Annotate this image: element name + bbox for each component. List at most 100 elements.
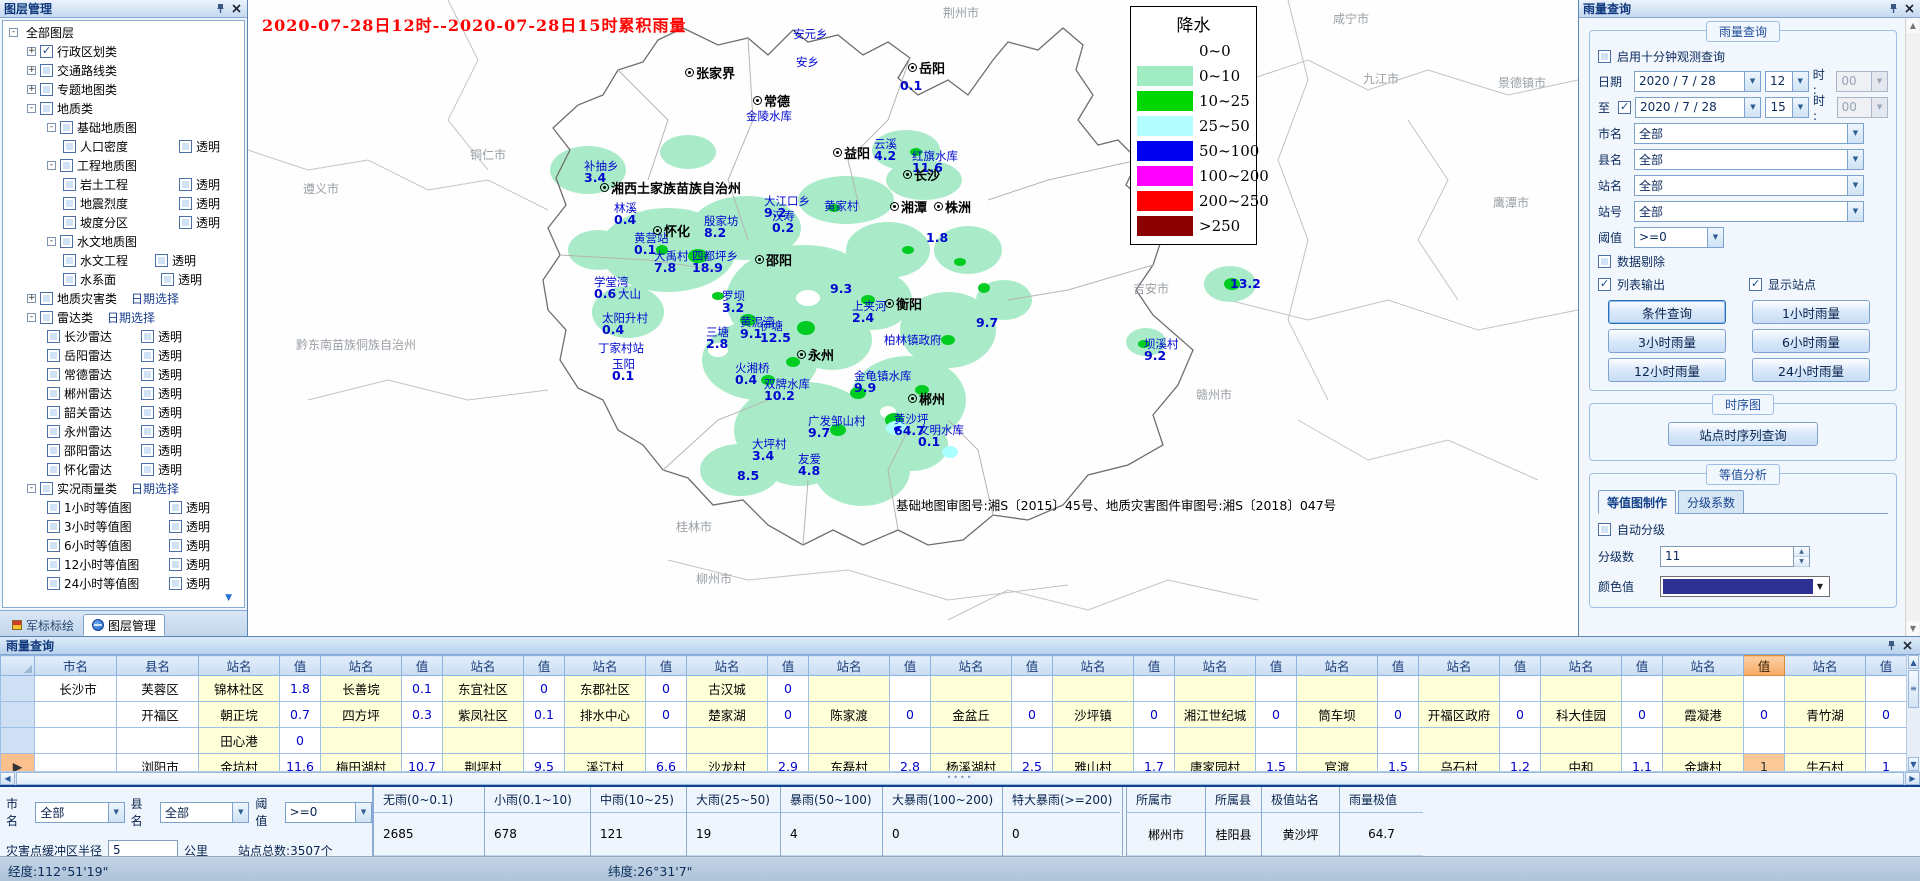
cell-station-name[interactable]: 沙龙村	[687, 754, 768, 772]
cell-station-value[interactable]	[1744, 728, 1785, 754]
cell-station-name[interactable]: 田心港	[199, 728, 280, 754]
tree-item[interactable]: +交通路线类	[3, 61, 244, 80]
cell-station-name[interactable]	[565, 728, 646, 754]
cell-station-value[interactable]: 0	[1134, 702, 1175, 728]
cell-station-name[interactable]	[931, 728, 1012, 754]
cell-station-name[interactable]: 锦林社区	[199, 676, 280, 702]
layer-checkbox[interactable]	[47, 368, 60, 381]
tree-item[interactable]: +行政区划类	[3, 42, 244, 61]
transparent-checkbox[interactable]	[161, 273, 174, 286]
station-label[interactable]: 文明水库0.1	[918, 424, 964, 448]
layer-checkbox[interactable]	[63, 216, 76, 229]
scroll-up-icon[interactable]: ▲	[1908, 655, 1919, 669]
county-combo[interactable]: 全部	[1634, 149, 1864, 170]
dropdown-arrow-icon[interactable]	[232, 803, 248, 822]
station-label[interactable]: 罗坝3.2	[722, 290, 745, 314]
dropdown-arrow-icon[interactable]	[1744, 98, 1760, 117]
column-header-value[interactable]: 值	[1500, 656, 1541, 676]
cell-station-value[interactable]: 9.5	[524, 754, 565, 772]
station-label[interactable]: 安乡	[796, 56, 819, 68]
cell-station-name[interactable]: 沙坪镇	[1053, 702, 1134, 728]
tree-item[interactable]: 常德雷达透明	[3, 365, 244, 384]
layer-checkbox[interactable]	[47, 330, 60, 343]
rain-3h-button[interactable]: 3小时雨量	[1608, 329, 1726, 353]
transparent-checkbox[interactable]	[169, 501, 182, 514]
column-header-value[interactable]: 值	[1256, 656, 1297, 676]
column-header-station[interactable]: 站名	[1419, 656, 1500, 676]
table-corner-selector[interactable]	[1, 656, 35, 676]
layer-checkbox[interactable]	[40, 64, 53, 77]
transparent-checkbox[interactable]	[141, 463, 154, 476]
collapse-icon[interactable]: -	[9, 28, 18, 37]
cell-station-value[interactable]	[1378, 728, 1419, 754]
cell-station-value[interactable]: 0.7	[280, 702, 321, 728]
cell-station-value[interactable]: 0	[646, 676, 687, 702]
column-header-value[interactable]: 值	[402, 656, 443, 676]
collapse-icon[interactable]: -	[27, 313, 36, 322]
cell-station-value[interactable]	[1256, 676, 1297, 702]
tree-item[interactable]: +地质灾害类日期选择	[3, 289, 244, 308]
layer-checkbox[interactable]	[40, 292, 53, 305]
tab-military-plot[interactable]: 军标标绘	[3, 614, 83, 636]
transparent-checkbox[interactable]	[141, 425, 154, 438]
layer-checkbox[interactable]	[47, 406, 60, 419]
cell-station-name[interactable]: 梅田湖村	[321, 754, 402, 772]
cell-station-name[interactable]: 中和	[1541, 754, 1622, 772]
row-selector[interactable]	[1, 676, 35, 702]
cell-station-value[interactable]	[1012, 676, 1053, 702]
tree-item[interactable]: 永州雷达透明	[3, 422, 244, 441]
date-to-combo[interactable]: 2020 / 7 / 28	[1635, 97, 1761, 118]
cell-station-value[interactable]: 0	[890, 702, 931, 728]
cell-station-value[interactable]	[890, 676, 931, 702]
table-hscrollbar[interactable]: ◀ •••• ▶	[0, 771, 1920, 785]
tree-item[interactable]: 怀化雷达透明	[3, 460, 244, 479]
cell-station-value[interactable]	[1378, 676, 1419, 702]
layer-checkbox[interactable]	[40, 102, 53, 115]
column-header-value[interactable]: 值	[768, 656, 809, 676]
cell-station-name[interactable]: 溪汀村	[565, 754, 646, 772]
tree-item[interactable]: 长沙雷达透明	[3, 327, 244, 346]
table-vscrollbar[interactable]: ▲ ≡ ▼	[1906, 655, 1920, 771]
cell-station-name[interactable]	[1175, 676, 1256, 702]
tree-item[interactable]: 坡度分区透明	[3, 213, 244, 232]
cell-station-name[interactable]: 东宜社区	[443, 676, 524, 702]
station-label[interactable]: 上夹河2.4	[852, 300, 887, 324]
threshold-combo[interactable]: >=0	[1634, 227, 1724, 248]
station-label[interactable]: 殷家坊8.2	[704, 215, 739, 239]
tree-item[interactable]: 岳阳雷达透明	[3, 346, 244, 365]
cell-station-name[interactable]	[809, 676, 890, 702]
cell-station-name[interactable]	[1419, 728, 1500, 754]
tree-item[interactable]: 岩土工程透明	[3, 175, 244, 194]
close-icon[interactable]	[1900, 639, 1914, 652]
hscroll-thumb[interactable]: ••••	[16, 772, 1904, 785]
collapse-icon[interactable]: -	[27, 484, 36, 493]
column-header-city[interactable]: 市名	[35, 656, 117, 676]
cell-station-name[interactable]	[1175, 728, 1256, 754]
hour-to-combo[interactable]: 15	[1765, 97, 1809, 118]
station-id-combo[interactable]: 全部	[1634, 201, 1864, 222]
cell-station-value[interactable]	[646, 728, 687, 754]
collapse-icon[interactable]: -	[27, 104, 36, 113]
tree-item[interactable]: -水文地质图	[3, 232, 244, 251]
layer-checkbox[interactable]	[60, 235, 73, 248]
rain-12h-button[interactable]: 12小时雨量	[1608, 358, 1726, 382]
station-label[interactable]: 坝溪村9.2	[1144, 338, 1179, 362]
cell-station-value[interactable]: 1.1	[1622, 754, 1663, 772]
layer-checkbox[interactable]	[63, 273, 76, 286]
tree-item[interactable]: -基础地质图	[3, 118, 244, 137]
filter-county-combo[interactable]: 全部	[160, 802, 249, 823]
cell-station-value[interactable]: 0	[768, 702, 809, 728]
transparent-checkbox[interactable]	[169, 539, 182, 552]
cell-station-name[interactable]: 长善垸	[321, 676, 402, 702]
cell-station-value[interactable]	[768, 728, 809, 754]
cell-station-name[interactable]: 雅山村	[1053, 754, 1134, 772]
layer-checkbox[interactable]	[47, 577, 60, 590]
tree-item[interactable]: -实况雨量类日期选择	[3, 479, 244, 498]
layer-checkbox[interactable]	[47, 558, 60, 571]
layer-checkbox[interactable]	[63, 197, 76, 210]
cell-station-name[interactable]: 古汉城	[687, 676, 768, 702]
row-selector[interactable]: ▶	[1, 754, 35, 772]
column-header-station[interactable]: 站名	[809, 656, 890, 676]
cell-station-name[interactable]	[443, 728, 524, 754]
spin-up-icon[interactable]: ▲	[1794, 547, 1809, 557]
